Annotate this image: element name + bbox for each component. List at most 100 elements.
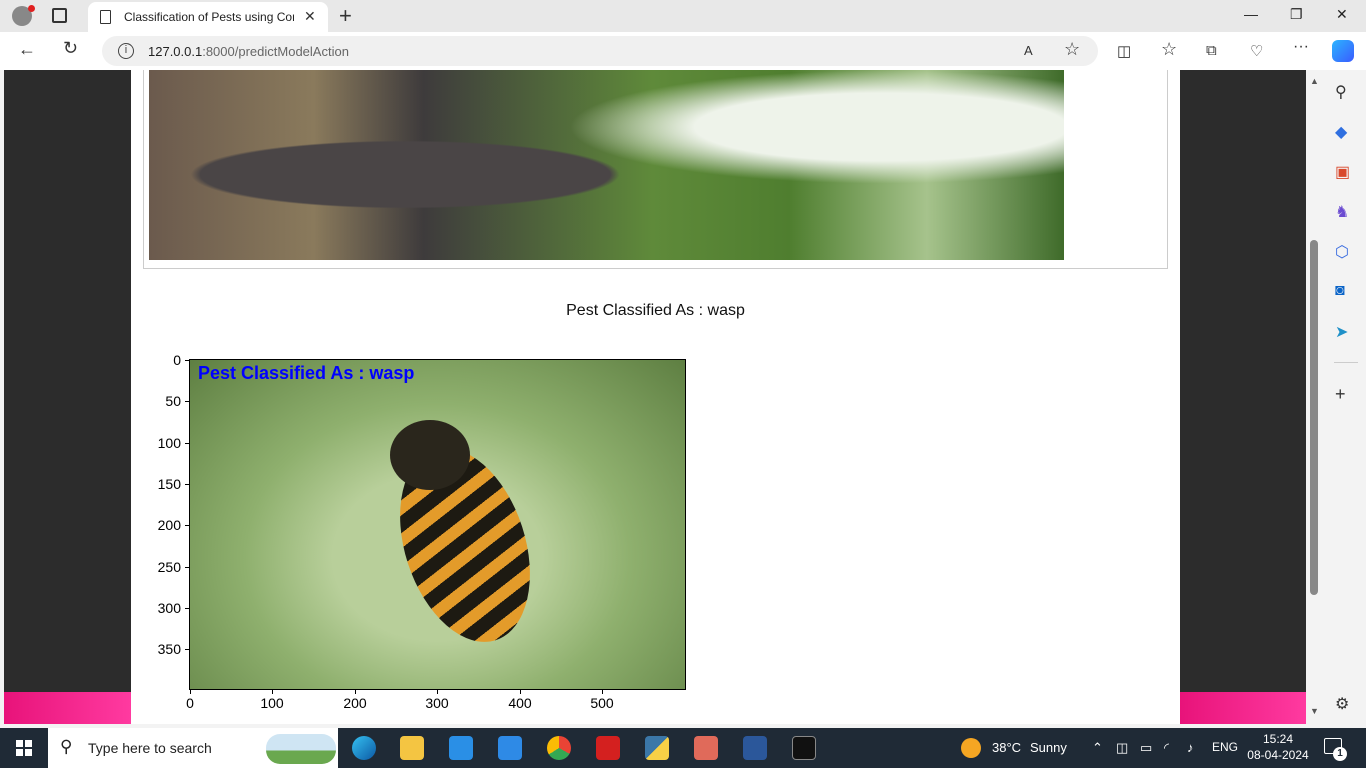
python-icon[interactable] (645, 736, 669, 760)
x-tick-label: 0 (186, 695, 194, 711)
scroll-down-icon[interactable]: ▼ (1310, 706, 1319, 716)
menu-icon[interactable]: ··· (1293, 38, 1309, 56)
paint-icon[interactable] (694, 736, 718, 760)
y-tick-label: 100 (157, 435, 181, 451)
page-viewport: Pest Classified As : wasp 0 50 100 150 2… (4, 70, 1306, 724)
scrollbar-thumb[interactable] (1310, 240, 1318, 595)
word-icon[interactable] (743, 736, 767, 760)
clock-time: 15:24 (1262, 732, 1294, 746)
pink-band-right (1180, 692, 1306, 724)
windows-start-icon[interactable] (16, 740, 32, 756)
acrobat-icon[interactable] (596, 736, 620, 760)
shopping-icon[interactable]: ◆ (1335, 122, 1347, 142)
taskbar-search[interactable]: ⚲ Type here to search (48, 728, 338, 768)
file-explorer-icon[interactable] (400, 736, 424, 760)
scroll-up-icon[interactable]: ▲ (1310, 76, 1319, 86)
split-screen-icon[interactable]: ◫ (1117, 42, 1131, 60)
x-tick-label: 100 (260, 695, 284, 711)
chrome-icon[interactable] (547, 736, 571, 760)
new-tab-icon[interactable]: + (339, 3, 352, 29)
x-tick-mark (437, 690, 438, 694)
profile-badge-icon (28, 5, 35, 12)
back-icon[interactable]: ← (18, 39, 36, 60)
drop-icon[interactable]: ➤ (1335, 322, 1348, 342)
x-tick-mark (355, 690, 356, 694)
tools-icon[interactable]: ▣ (1335, 162, 1350, 182)
page-icon (100, 10, 111, 24)
y-tick-label: 0 (173, 352, 181, 368)
x-tick-label: 500 (590, 695, 614, 711)
prediction-image: Pest Classified As : wasp (189, 359, 686, 690)
weather-temp[interactable]: 38°C (992, 740, 1021, 755)
pink-band-left (4, 692, 131, 724)
hidden-icons-chevron-icon[interactable]: ⌃ (1092, 740, 1103, 756)
search-placeholder: Type here to search (88, 740, 212, 756)
collections-icon[interactable]: ⧉ (1206, 42, 1217, 59)
refresh-icon[interactable]: ↻ (63, 38, 78, 59)
overlay-label: Pest Classified As : wasp (198, 363, 415, 383)
weather-icon[interactable] (961, 738, 981, 758)
restore-icon[interactable]: ❐ (1290, 6, 1303, 23)
copilot-icon[interactable] (1332, 40, 1354, 62)
url-text: 127.0.0.1:8000/predictModelAction (148, 44, 349, 59)
tab-title: Classification of Pests using Com (124, 10, 294, 24)
favorite-icon[interactable]: ☆ (1064, 39, 1080, 60)
clock[interactable]: 15:24 08-04-2024 (1244, 731, 1312, 763)
y-tick-label: 50 (165, 393, 181, 409)
y-tick-label: 300 (157, 600, 181, 616)
edge-sidebar: ⚲ ◆ ▣ ♞ ⬡ ◙ ➤ + ⚙ (1326, 70, 1366, 724)
meet-icon[interactable]: ◫ (1116, 740, 1128, 756)
search-icon: ⚲ (60, 737, 73, 756)
url-host: 127.0.0.1 (148, 44, 203, 59)
battery-icon[interactable]: ▭ (1140, 740, 1152, 756)
outlook-icon[interactable]: ◙ (1335, 282, 1345, 300)
top-image-frame (143, 70, 1168, 269)
address-bar: ← ↻ i 127.0.0.1:8000/predictModelAction … (0, 32, 1366, 70)
search-icon[interactable]: ⚲ (1335, 82, 1347, 102)
y-tick-label: 150 (157, 476, 181, 492)
tab-actions-icon[interactable] (52, 8, 67, 23)
language-indicator[interactable]: ENG (1212, 740, 1238, 754)
y-tick-label: 250 (157, 559, 181, 575)
store-icon[interactable] (449, 736, 473, 760)
close-window-icon[interactable]: ✕ (1336, 6, 1348, 23)
performance-icon[interactable]: ♡ (1250, 42, 1263, 60)
mail-icon[interactable] (498, 736, 522, 760)
add-icon[interactable]: + (1335, 384, 1346, 405)
sidebar-divider (1334, 362, 1358, 363)
x-tick-mark (190, 690, 191, 694)
minimize-icon[interactable]: — (1244, 6, 1258, 22)
search-highlight-image (266, 734, 336, 764)
weather-desc[interactable]: Sunny (1030, 740, 1067, 755)
edge-app-icon[interactable] (352, 736, 376, 760)
info-icon[interactable]: i (118, 43, 134, 59)
read-aloud-icon[interactable]: A (1024, 43, 1033, 58)
x-tick-label: 400 (508, 695, 532, 711)
x-tick-mark (272, 690, 273, 694)
url-field[interactable]: i 127.0.0.1:8000/predictModelAction A ☆ (102, 36, 1098, 66)
architecture-image (149, 70, 1064, 260)
favorites-icon[interactable]: ☆ (1161, 39, 1177, 60)
settings-icon[interactable]: ⚙ (1335, 694, 1349, 714)
x-tick-label: 300 (425, 695, 449, 711)
clock-date: 08-04-2024 (1247, 748, 1309, 762)
y-tick-label: 350 (157, 641, 181, 657)
x-tick-mark (602, 690, 603, 694)
taskbar: ⚲ Type here to search 38°C Sunny ⌃ ◫ ▭ ◜… (0, 728, 1366, 768)
volume-icon[interactable]: ♪ (1187, 740, 1194, 755)
browser-tab[interactable]: Classification of Pests using Com ✕ (88, 2, 328, 32)
title-bar: Classification of Pests using Com ✕ + — … (0, 0, 1366, 32)
url-path: :8000/predictModelAction (202, 44, 349, 59)
wasp-head (390, 420, 470, 490)
games-icon[interactable]: ♞ (1335, 202, 1349, 222)
notification-count: 1 (1333, 747, 1347, 761)
terminal-icon[interactable] (792, 736, 816, 760)
x-tick-label: 200 (343, 695, 367, 711)
x-tick-mark (520, 690, 521, 694)
close-tab-icon[interactable]: ✕ (304, 8, 316, 25)
wifi-icon[interactable]: ◜ (1164, 740, 1169, 756)
page-content: Pest Classified As : wasp 0 50 100 150 2… (131, 70, 1180, 724)
page-scrollbar[interactable]: ▲ ▼ (1306, 70, 1322, 724)
result-text: Pest Classified As : wasp (566, 302, 745, 319)
microsoft365-icon[interactable]: ⬡ (1335, 242, 1349, 262)
